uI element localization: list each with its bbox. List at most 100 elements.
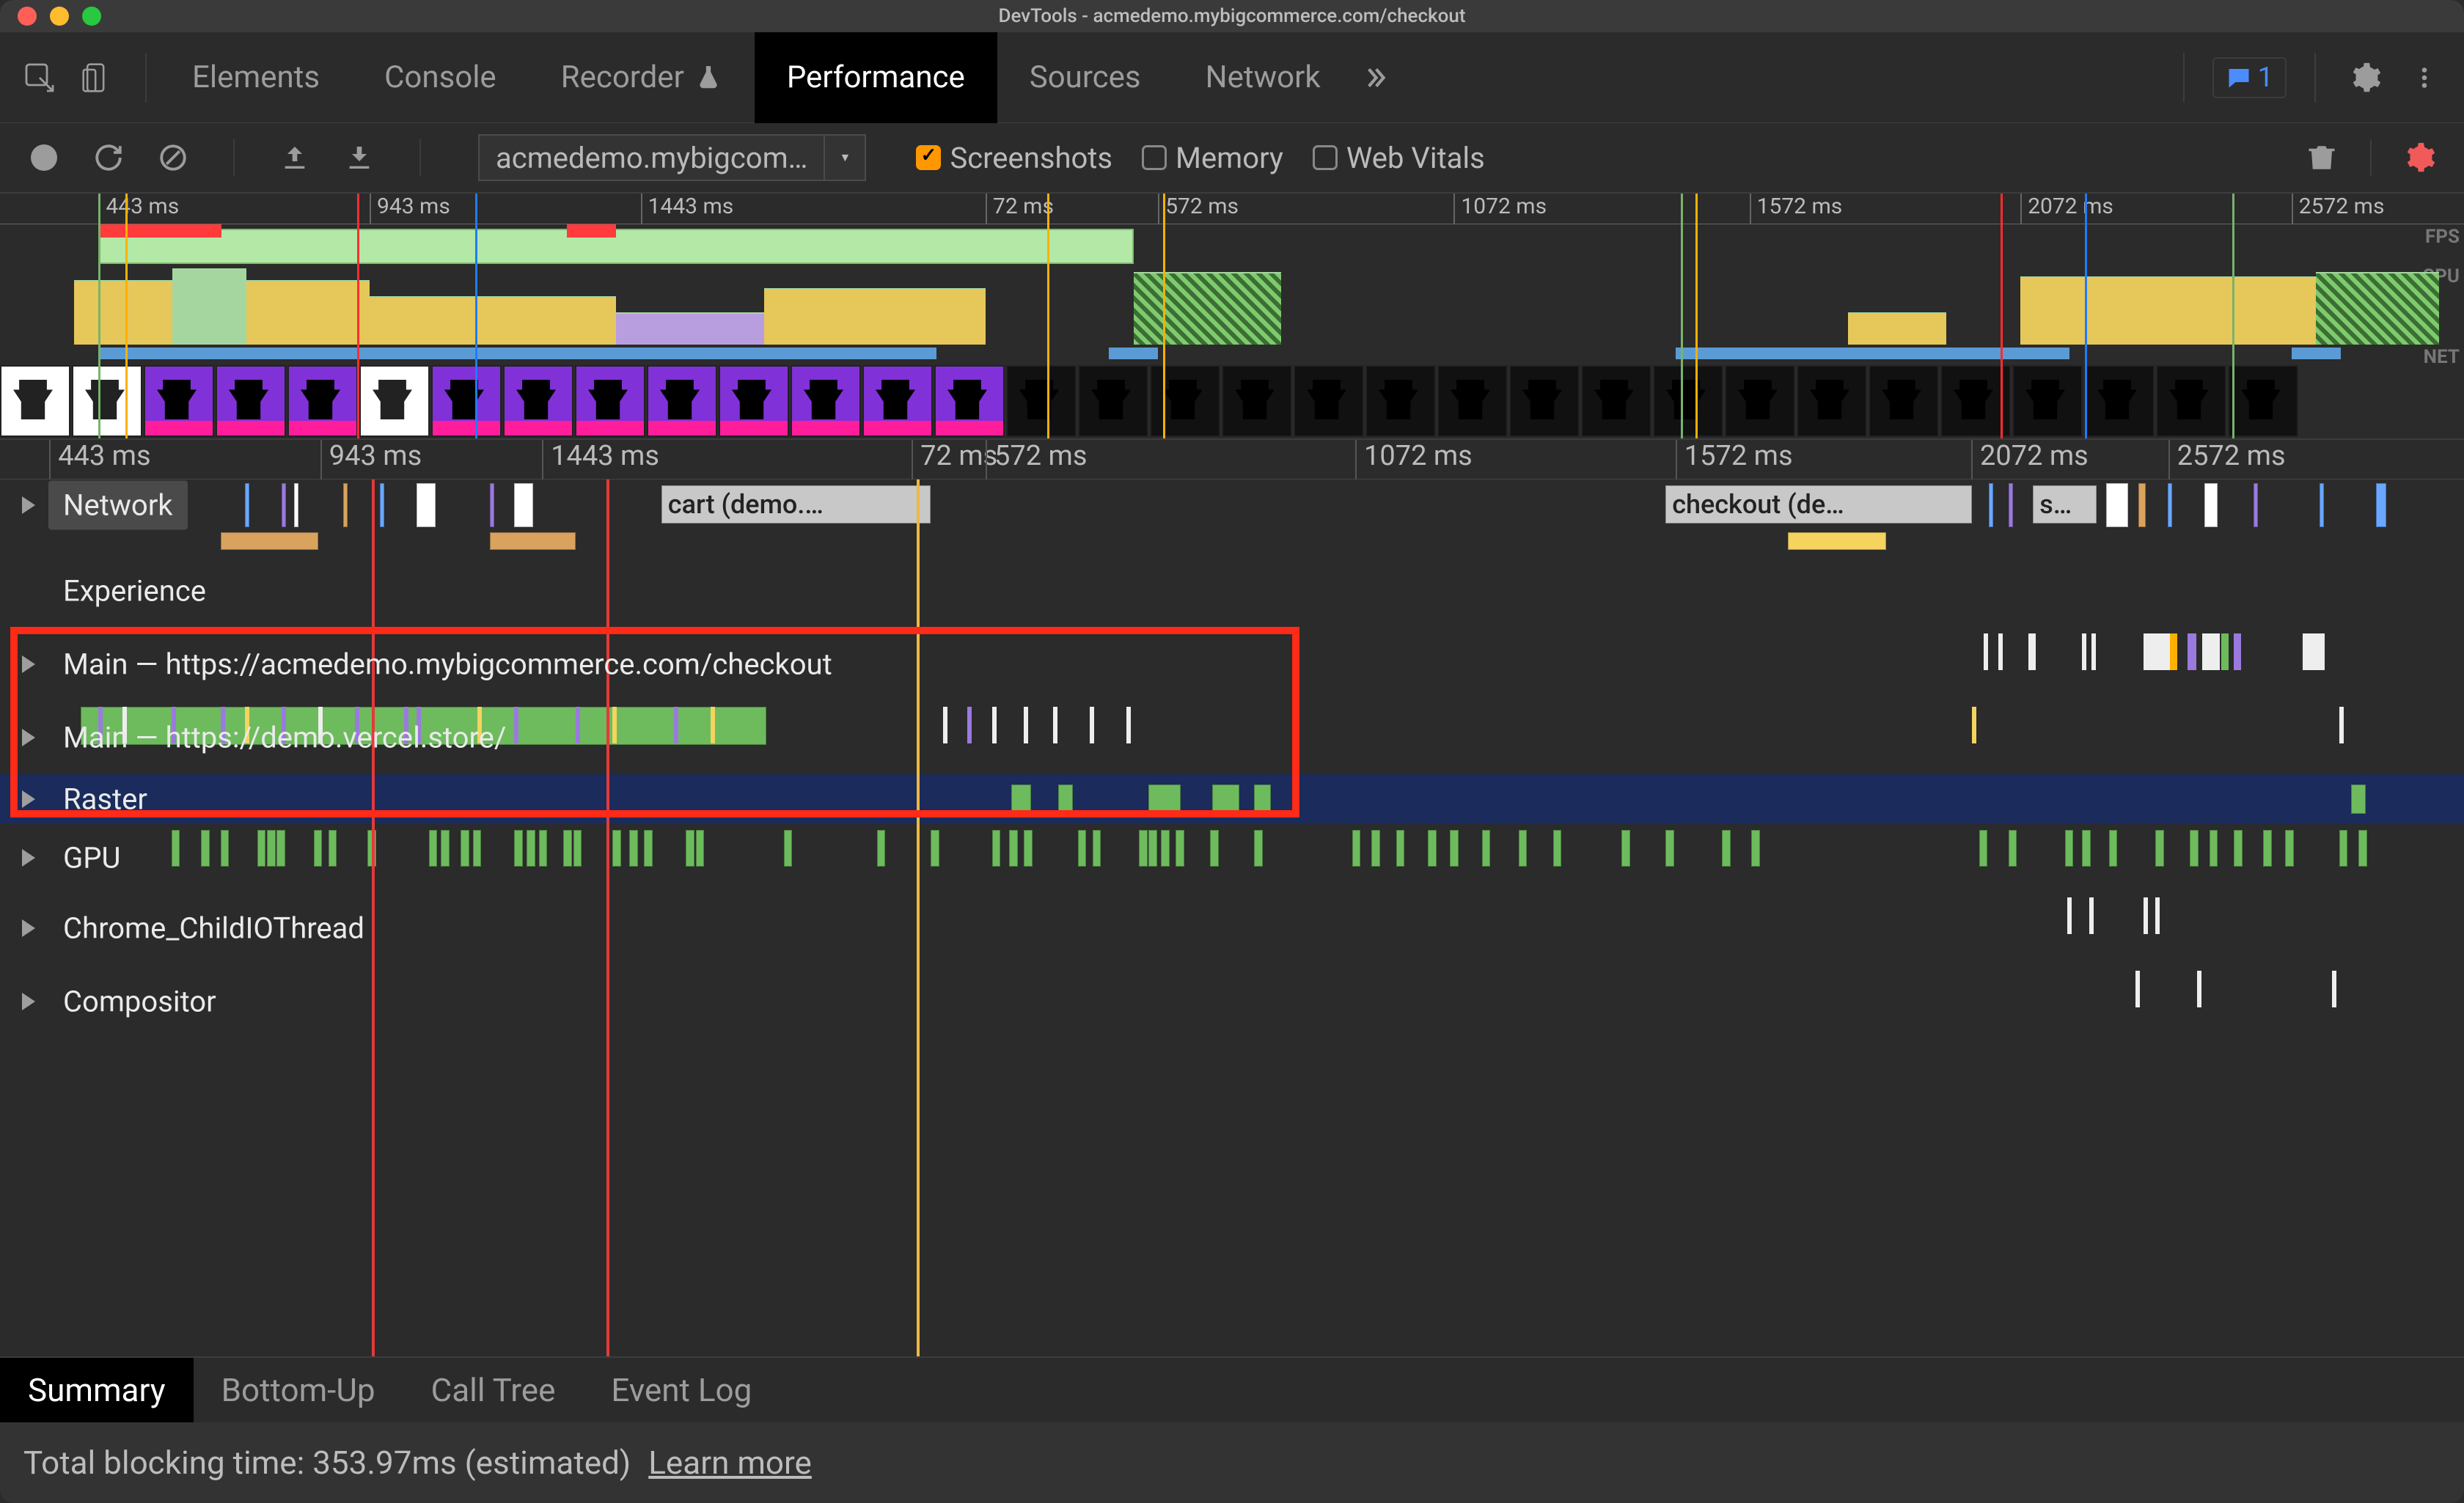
track-network[interactable]: Network cart (demo.…checkout (de…s xyxy=(0,479,2464,531)
gpu-task-bar[interactable] xyxy=(172,830,180,867)
issues-badge[interactable]: 1 xyxy=(2212,57,2287,98)
filmstrip-thumbnail[interactable] xyxy=(1222,365,1292,437)
gpu-task-bar[interactable] xyxy=(877,830,886,867)
filmstrip-thumbnail[interactable] xyxy=(1150,365,1220,437)
filmstrip-thumbnail[interactable] xyxy=(1006,365,1077,437)
filmstrip-thumbnail[interactable] xyxy=(2228,365,2298,437)
tab-console[interactable]: Console xyxy=(352,32,529,123)
tab-call-tree[interactable]: Call Tree xyxy=(403,1358,584,1422)
reload-button[interactable] xyxy=(91,140,126,175)
gpu-task-bar[interactable] xyxy=(2190,830,2199,867)
filmstrip-thumbnail[interactable] xyxy=(1437,365,1508,437)
gpu-task-bar[interactable] xyxy=(1161,830,1170,867)
gpu-task-bar[interactable] xyxy=(1148,830,1157,867)
filmstrip-thumbnail[interactable] xyxy=(1869,365,1939,437)
kebab-menu-icon[interactable] xyxy=(2402,56,2446,100)
filmstrip-thumbnail[interactable] xyxy=(2084,365,2155,437)
filmstrip-thumbnail[interactable] xyxy=(359,365,430,437)
gpu-task-bar[interactable] xyxy=(201,830,210,867)
gpu-task-bar[interactable] xyxy=(1024,830,1033,867)
gpu-task-bar[interactable] xyxy=(1482,830,1491,867)
gpu-task-bar[interactable] xyxy=(2339,830,2348,867)
filmstrip-thumbnail[interactable] xyxy=(287,365,358,437)
gpu-task-bar[interactable] xyxy=(686,830,694,867)
gpu-task-bar[interactable] xyxy=(441,830,450,867)
gpu-task-bar[interactable] xyxy=(1093,830,1101,867)
filmstrip-thumbnail[interactable] xyxy=(216,365,286,437)
gpu-task-bar[interactable] xyxy=(267,830,276,867)
gpu-task-bar[interactable] xyxy=(314,830,323,867)
gpu-task-bar[interactable] xyxy=(1009,830,1018,867)
gpu-task-bar[interactable] xyxy=(2082,830,2091,867)
memory-checkbox[interactable]: Memory xyxy=(1142,141,1283,175)
tab-network[interactable]: Network xyxy=(1173,32,1353,123)
tab-summary[interactable]: Summary xyxy=(0,1358,194,1422)
gpu-task-bar[interactable] xyxy=(429,830,438,867)
tab-event-log[interactable]: Event Log xyxy=(583,1358,780,1422)
gpu-task-bar[interactable] xyxy=(1665,830,1674,867)
gpu-task-bar[interactable] xyxy=(1428,830,1437,867)
gpu-task-bar[interactable] xyxy=(2210,830,2218,867)
record-button[interactable] xyxy=(26,140,62,175)
gpu-task-bar[interactable] xyxy=(527,830,535,867)
gpu-task-bar[interactable] xyxy=(644,830,653,867)
tab-bottom-up[interactable]: Bottom-Up xyxy=(194,1358,403,1422)
inspect-element-icon[interactable] xyxy=(18,56,62,100)
gpu-task-bar[interactable] xyxy=(1450,830,1459,867)
gpu-task-bar[interactable] xyxy=(1722,830,1731,867)
load-profile-icon[interactable] xyxy=(277,140,312,175)
save-profile-icon[interactable] xyxy=(342,140,377,175)
overview-timeline[interactable]: 443 ms943 ms1443 ms72 ms572 ms1072 ms157… xyxy=(0,194,2464,440)
gpu-task-bar[interactable] xyxy=(931,830,939,867)
gpu-task-bar[interactable] xyxy=(2109,830,2118,867)
gpu-task-bar[interactable] xyxy=(1751,830,1760,867)
gpu-task-bar[interactable] xyxy=(1176,830,1184,867)
filmstrip-thumbnail[interactable] xyxy=(1581,365,1651,437)
network-request-bar[interactable]: cart (demo.… xyxy=(661,485,931,523)
track-experience[interactable]: Experience xyxy=(0,554,2464,628)
filmstrip-thumbnail[interactable] xyxy=(503,365,573,437)
gpu-task-bar[interactable] xyxy=(1210,830,1219,867)
gpu-task-bar[interactable] xyxy=(461,830,469,867)
gpu-task-bar[interactable] xyxy=(1519,830,1528,867)
tab-elements[interactable]: Elements xyxy=(160,32,352,123)
gpu-task-bar[interactable] xyxy=(539,830,548,867)
track-main-frame-2[interactable]: Main — https://demo.vercel.store/ xyxy=(0,701,2464,774)
flame-chart-tracks[interactable]: Network cart (demo.…checkout (de…s xyxy=(0,479,2464,1356)
settings-icon[interactable] xyxy=(2344,56,2388,100)
track-main-frame-1[interactable]: Main — https://acmedemo.mybigcommerce.co… xyxy=(0,628,2464,701)
gpu-task-bar[interactable] xyxy=(514,830,523,867)
filmstrip-thumbnail[interactable] xyxy=(791,365,861,437)
filmstrip-thumbnail[interactable] xyxy=(2156,365,2226,437)
gpu-task-bar[interactable] xyxy=(1254,830,1263,867)
learn-more-link[interactable]: Learn more xyxy=(648,1444,812,1482)
gpu-task-bar[interactable] xyxy=(1139,830,1148,867)
gpu-task-bar[interactable] xyxy=(257,830,266,867)
gpu-task-bar[interactable] xyxy=(2234,830,2243,867)
tab-performance[interactable]: Performance xyxy=(755,32,997,123)
gpu-task-bar[interactable] xyxy=(1621,830,1630,867)
filmstrip-thumbnail[interactable] xyxy=(1509,365,1580,437)
filmstrip-thumbnail[interactable] xyxy=(647,365,717,437)
gpu-task-bar[interactable] xyxy=(1553,830,1562,867)
gpu-task-bar[interactable] xyxy=(2285,830,2294,867)
gpu-task-bar[interactable] xyxy=(2155,830,2164,867)
filmstrip-thumbnail[interactable] xyxy=(144,365,214,437)
filmstrip-thumbnail[interactable] xyxy=(1078,365,1148,437)
filmstrip-thumbnail[interactable] xyxy=(431,365,502,437)
gpu-task-bar[interactable] xyxy=(1371,830,1380,867)
gpu-task-bar[interactable] xyxy=(573,830,582,867)
track-raster[interactable]: Raster xyxy=(0,774,2464,824)
filmstrip-thumbnail[interactable] xyxy=(1653,365,1723,437)
tab-recorder[interactable]: Recorder xyxy=(529,32,755,123)
gpu-task-bar[interactable] xyxy=(612,830,621,867)
network-request-bar[interactable]: checkout (de… xyxy=(1665,485,1972,523)
gpu-task-bar[interactable] xyxy=(992,830,1001,867)
tab-sources[interactable]: Sources xyxy=(997,32,1173,123)
gpu-task-bar[interactable] xyxy=(1352,830,1361,867)
filmstrip-thumbnail[interactable] xyxy=(1797,365,1867,437)
target-select[interactable]: acmedemo.mybigcom… ▼ xyxy=(478,134,866,181)
gpu-task-bar[interactable] xyxy=(696,830,705,867)
filmstrip-thumbnail[interactable] xyxy=(2012,365,2083,437)
gpu-task-bar[interactable] xyxy=(329,830,337,867)
